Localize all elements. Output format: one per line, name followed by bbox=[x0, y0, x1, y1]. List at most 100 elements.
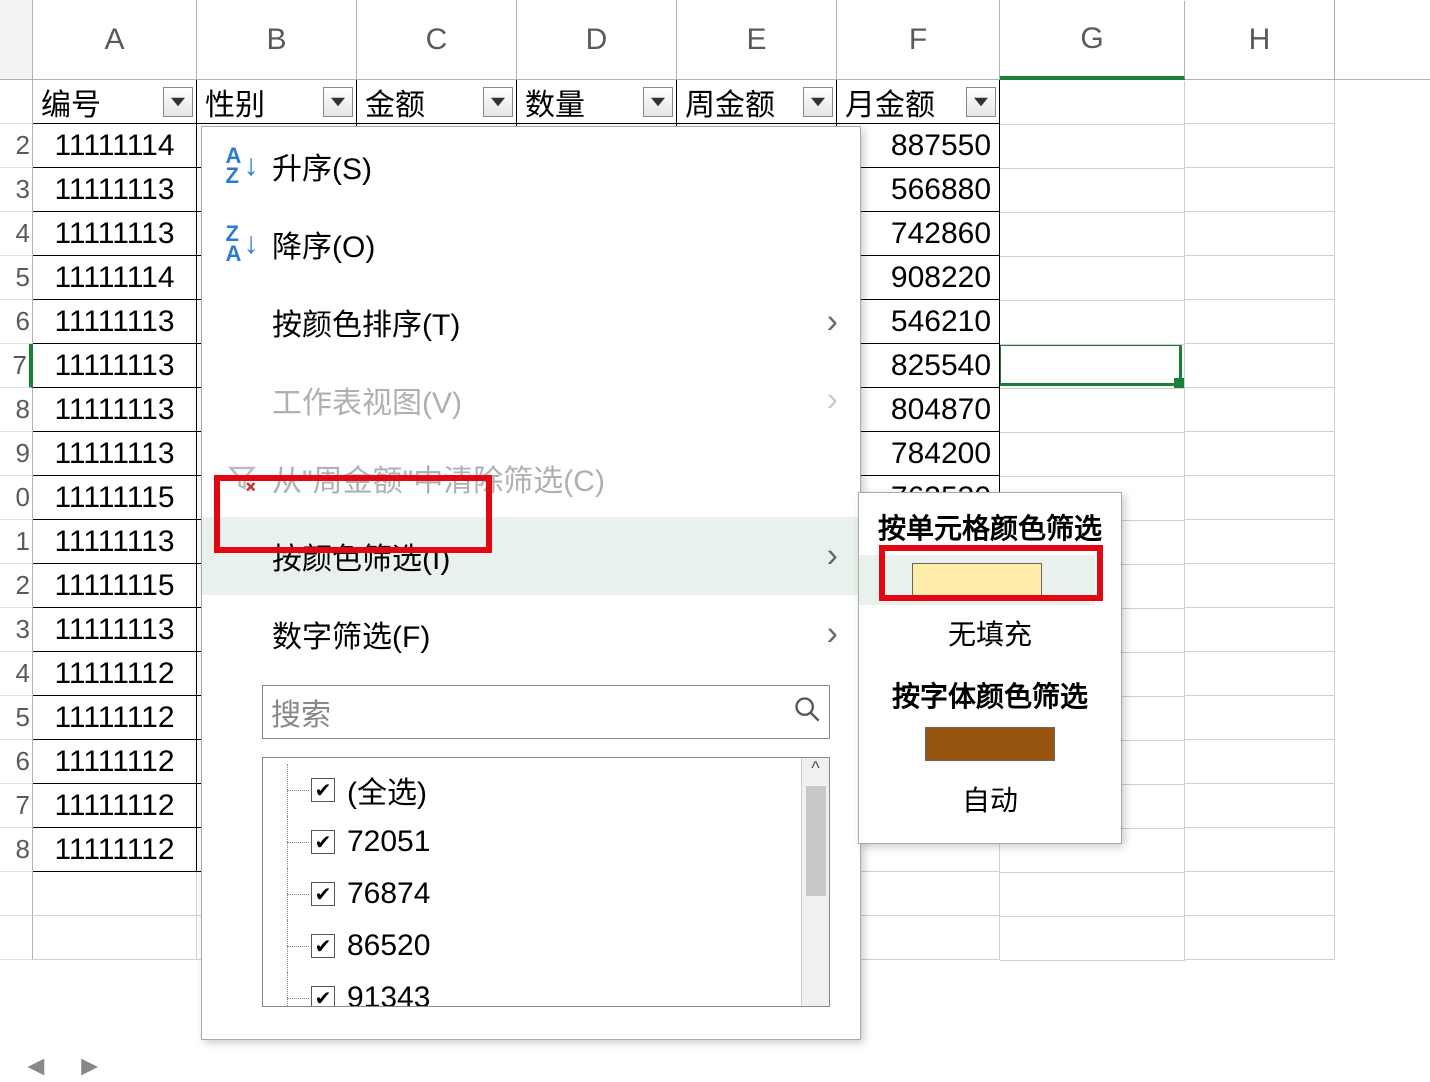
cell[interactable] bbox=[1185, 652, 1335, 696]
row-number[interactable]: 3 bbox=[0, 608, 33, 652]
checkbox-icon[interactable]: ✔ bbox=[311, 830, 335, 854]
menu-filter-by-color[interactable]: 按颜色筛选(I) › bbox=[202, 517, 860, 595]
scroll-up-icon[interactable]: ^ bbox=[811, 758, 819, 784]
cell[interactable] bbox=[1185, 168, 1335, 212]
checkbox-icon[interactable]: ✔ bbox=[311, 934, 335, 958]
cell[interactable] bbox=[1185, 784, 1335, 828]
cell[interactable]: 11111115 bbox=[33, 564, 197, 608]
fill-handle[interactable] bbox=[1174, 378, 1184, 388]
col-header-D[interactable]: D bbox=[517, 0, 677, 79]
auto-option[interactable]: 自动 bbox=[859, 771, 1121, 827]
cell[interactable]: 566880 bbox=[837, 168, 1000, 212]
row-number[interactable] bbox=[0, 916, 33, 960]
row-number[interactable]: 8 bbox=[0, 828, 33, 872]
header-cell-G[interactable] bbox=[1000, 81, 1185, 125]
cell[interactable]: 11111113 bbox=[33, 344, 197, 388]
menu-sort-by-color[interactable]: 按颜色排序(T) › bbox=[202, 283, 860, 361]
cell[interactable] bbox=[1185, 916, 1335, 960]
tree-select-all[interactable]: ✔ (全选) bbox=[281, 764, 829, 816]
cell[interactable]: 11111113 bbox=[33, 520, 197, 564]
row-number[interactable]: 3 bbox=[0, 168, 33, 212]
cell[interactable]: 11111113 bbox=[33, 300, 197, 344]
cell[interactable]: 11111114 bbox=[33, 124, 197, 168]
cell[interactable]: 11111115 bbox=[33, 476, 197, 520]
cell[interactable] bbox=[1000, 873, 1185, 917]
tree-item[interactable]: ✔ 86520 bbox=[281, 920, 829, 972]
cell[interactable]: 804870 bbox=[837, 388, 1000, 432]
cell[interactable] bbox=[1000, 125, 1185, 169]
cell[interactable] bbox=[1185, 564, 1335, 608]
cell[interactable] bbox=[33, 916, 197, 960]
row-number[interactable]: 6 bbox=[0, 300, 33, 344]
sheet-nav-prev[interactable]: ◄ bbox=[22, 1050, 50, 1072]
row-number[interactable]: 2 bbox=[0, 124, 33, 168]
filter-button-B[interactable] bbox=[323, 87, 353, 117]
filter-button-D[interactable] bbox=[643, 87, 673, 117]
cell[interactable] bbox=[1000, 389, 1185, 433]
tree-item[interactable]: ✔ 72051 bbox=[281, 816, 829, 868]
tree-item[interactable]: ✔ 91343 bbox=[281, 972, 829, 1007]
cell[interactable] bbox=[837, 916, 1000, 960]
col-header-A[interactable]: A bbox=[33, 0, 197, 79]
cell[interactable] bbox=[1185, 344, 1335, 388]
row-number[interactable] bbox=[0, 80, 33, 124]
col-header-B[interactable]: B bbox=[197, 0, 357, 79]
cell[interactable]: 11111112 bbox=[33, 828, 197, 872]
cell[interactable] bbox=[837, 872, 1000, 916]
col-header-G[interactable]: G bbox=[1000, 1, 1185, 80]
tree-scrollbar[interactable]: ^ bbox=[801, 758, 829, 1006]
row-number[interactable]: 6 bbox=[0, 740, 33, 784]
cell[interactable] bbox=[1000, 301, 1185, 345]
filter-button-A[interactable] bbox=[163, 87, 193, 117]
cell[interactable]: 887550 bbox=[837, 124, 1000, 168]
cell[interactable] bbox=[1185, 872, 1335, 916]
checkbox-icon[interactable]: ✔ bbox=[311, 778, 335, 802]
filter-button-E[interactable] bbox=[803, 87, 833, 117]
row-number[interactable]: 4 bbox=[0, 212, 33, 256]
filter-button-C[interactable] bbox=[483, 87, 513, 117]
cell[interactable] bbox=[1185, 740, 1335, 784]
row-number[interactable]: 7 bbox=[0, 344, 33, 388]
cell[interactable] bbox=[1185, 124, 1335, 168]
cell[interactable]: 742860 bbox=[837, 212, 1000, 256]
row-number[interactable]: 0 bbox=[0, 476, 33, 520]
col-header-C[interactable]: C bbox=[357, 0, 517, 79]
menu-number-filter[interactable]: 数字筛选(F) › bbox=[202, 595, 860, 673]
cell[interactable]: 11111112 bbox=[33, 696, 197, 740]
row-number[interactable]: 8 bbox=[0, 388, 33, 432]
checkbox-icon[interactable]: ✔ bbox=[311, 986, 335, 1007]
cell[interactable] bbox=[1000, 213, 1185, 257]
scroll-thumb[interactable] bbox=[806, 786, 826, 896]
select-all-corner[interactable] bbox=[0, 0, 33, 79]
cell[interactable] bbox=[1185, 520, 1335, 564]
row-number[interactable]: 4 bbox=[0, 652, 33, 696]
filter-search-input[interactable]: 搜索 bbox=[262, 685, 830, 739]
cell[interactable] bbox=[1000, 257, 1185, 301]
cell[interactable] bbox=[1000, 169, 1185, 213]
cell[interactable] bbox=[1185, 432, 1335, 476]
cell[interactable]: 546210 bbox=[837, 300, 1000, 344]
cell[interactable] bbox=[1185, 828, 1335, 872]
cell[interactable] bbox=[1185, 696, 1335, 740]
menu-sort-desc[interactable]: ZA↓ 降序(O) bbox=[202, 205, 860, 283]
sheet-nav-next[interactable]: ► bbox=[76, 1050, 104, 1072]
cell[interactable] bbox=[1185, 256, 1335, 300]
cell[interactable] bbox=[1185, 300, 1335, 344]
cell[interactable]: 825540 bbox=[837, 344, 1000, 388]
row-number[interactable]: 9 bbox=[0, 432, 33, 476]
filter-button-F[interactable] bbox=[966, 87, 996, 117]
no-fill-option[interactable]: 无填充 bbox=[859, 605, 1121, 661]
cell[interactable]: 11111112 bbox=[33, 784, 197, 828]
cell[interactable]: 784200 bbox=[837, 432, 1000, 476]
row-number[interactable]: 5 bbox=[0, 696, 33, 740]
cell[interactable]: 11111113 bbox=[33, 168, 197, 212]
cell[interactable] bbox=[1000, 345, 1185, 389]
cell[interactable] bbox=[1000, 917, 1185, 961]
col-header-E[interactable]: E bbox=[677, 0, 837, 79]
tree-item[interactable]: ✔ 76874 bbox=[281, 868, 829, 920]
menu-sort-asc[interactable]: AZ↓ 升序(S) bbox=[202, 127, 860, 205]
cell[interactable] bbox=[33, 872, 197, 916]
cell[interactable]: 11111113 bbox=[33, 608, 197, 652]
cell[interactable] bbox=[1185, 388, 1335, 432]
checkbox-icon[interactable]: ✔ bbox=[311, 882, 335, 906]
